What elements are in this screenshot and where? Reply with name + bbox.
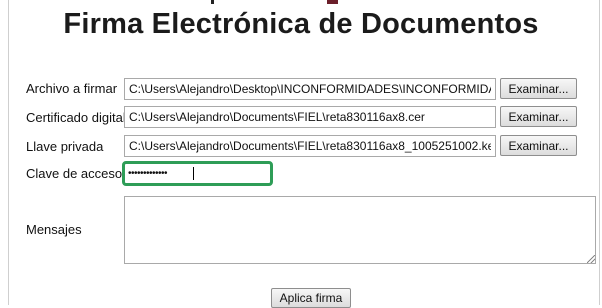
messages-textarea[interactable] — [124, 196, 596, 264]
archivo-browse-button[interactable]: Examinar... — [500, 78, 577, 99]
archivo-label: Archivo a firmar — [26, 81, 118, 96]
llave-label: Llave privada — [26, 139, 104, 154]
certificado-label: Certificado digital — [26, 110, 126, 125]
clave-label: Clave de acceso — [26, 166, 123, 181]
llave-browse-button[interactable]: Examinar... — [500, 135, 577, 156]
llave-path-input[interactable] — [124, 135, 496, 157]
mensajes-label: Mensajes — [26, 222, 82, 237]
certificado-path-input[interactable] — [124, 106, 496, 128]
archivo-path-input[interactable] — [124, 78, 496, 100]
certificado-browse-button[interactable]: Examinar... — [500, 106, 577, 127]
apply-signature-button[interactable]: Aplica firma — [271, 288, 351, 308]
password-field-focus-ring — [122, 161, 273, 186]
text-caret — [193, 167, 194, 180]
page-title: Firma Electrónica de Documentos — [63, 8, 539, 40]
resize-grip-icon[interactable] — [587, 255, 595, 263]
password-input[interactable] — [125, 164, 270, 183]
